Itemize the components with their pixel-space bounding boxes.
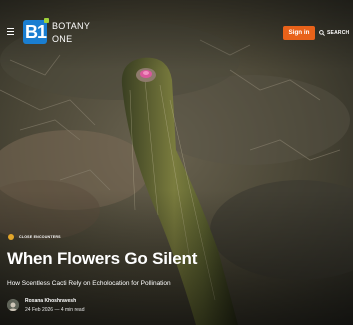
avatar[interactable] [7,299,19,311]
menu-icon [7,28,14,30]
search-label: SEARCH [327,30,350,36]
site-logo[interactable]: B1 [23,18,49,44]
menu-button[interactable] [7,28,15,36]
site-name-line2: ONE [52,34,73,44]
signin-button[interactable]: Sign in [283,26,315,40]
article-title: When Flowers Go Silent [7,249,198,268]
article-subtitle: How Scentless Cacti Rely on Echolocation… [7,280,171,287]
category-tag[interactable]: CLOSE ENCOUNTERS [8,232,61,242]
author-name[interactable]: Roxana Khoshravesh [25,298,76,305]
search-button[interactable]: SEARCH [319,27,349,39]
site-name-line1: BOTANY [52,21,91,31]
logo-accent [44,18,49,23]
category-dot-icon [8,234,14,241]
site-header: B1 BOTANY ONE Sign in SEARCH [0,0,353,52]
article-meta: 24 Feb 2026 — 4 min read [25,307,85,313]
category-label: CLOSE ENCOUNTERS [19,235,61,239]
search-icon [319,29,325,36]
site-name[interactable]: BOTANY ONE [52,20,90,46]
logo-mark-text: B1 [25,22,47,42]
